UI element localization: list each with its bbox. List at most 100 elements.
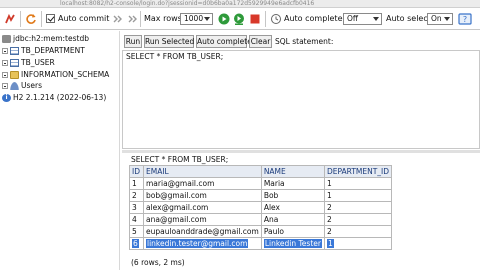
table-header-row: ID EMAIL NAME DEPARTMENT_ID bbox=[129, 165, 393, 178]
cell-name[interactable]: Linkedin Tester bbox=[260, 237, 325, 250]
cell-name[interactable]: Maria bbox=[260, 177, 325, 190]
max-rows-select[interactable]: 1000 bbox=[180, 13, 213, 25]
cell-name[interactable]: Alex bbox=[260, 201, 325, 214]
cell-email[interactable]: ana@gmail.com bbox=[143, 213, 262, 226]
table-row-selected: 6 linkedin.tester@gmail.com Linkedin Tes… bbox=[129, 237, 393, 250]
rollback-icon[interactable] bbox=[112, 13, 124, 25]
disconnect-icon[interactable] bbox=[4, 13, 16, 25]
expand-icon[interactable] bbox=[2, 83, 8, 89]
cell-id[interactable]: 6 bbox=[129, 237, 144, 250]
browser-url-bar[interactable]: localhost:8082/h2-console/login.do?jsess… bbox=[0, 0, 480, 8]
column-header-name[interactable]: NAME bbox=[260, 165, 325, 178]
tree-item-tb-department[interactable]: TB_DEPARTMENT bbox=[2, 46, 85, 56]
run-selected-button[interactable]: Run Selected bbox=[144, 35, 194, 48]
tree-item-label: TB_DEPARTMENT bbox=[21, 46, 85, 55]
tree-item-label: Users bbox=[21, 81, 43, 90]
svg-text:?: ? bbox=[463, 15, 467, 24]
auto-complete-select[interactable]: Off bbox=[343, 13, 382, 25]
commit-icon[interactable] bbox=[126, 13, 138, 25]
selected-text: 1 bbox=[326, 238, 334, 248]
refresh-icon[interactable] bbox=[25, 13, 37, 25]
sql-editor[interactable]: SELECT * FROM TB_USER; bbox=[122, 50, 480, 149]
max-rows-value: 1000 bbox=[184, 14, 204, 23]
info-icon: i bbox=[2, 94, 11, 102]
auto-commit-label: Auto commit bbox=[58, 14, 110, 23]
tree-item-label: INFORMATION_SCHEMA bbox=[21, 70, 110, 79]
cell-id[interactable]: 3 bbox=[129, 201, 144, 214]
column-header-email[interactable]: EMAIL bbox=[143, 165, 262, 178]
table-row: 5 eupauloanddrade@gmail.com Paulo 2 bbox=[129, 225, 393, 238]
cell-department-id[interactable]: 1 bbox=[323, 237, 393, 250]
cell-id[interactable]: 5 bbox=[129, 225, 144, 238]
browser-url[interactable]: localhost:8082/h2-console/login.do?jsess… bbox=[60, 0, 314, 7]
cell-email[interactable]: maria@gmail.com bbox=[143, 177, 262, 190]
sql-text[interactable]: SELECT * FROM TB_USER; bbox=[126, 52, 223, 62]
h2-toolbar: Auto commit Max rows: 1000 Auto complete… bbox=[0, 8, 480, 30]
cell-name[interactable]: Paulo bbox=[260, 225, 325, 238]
auto-commit-checkbox[interactable] bbox=[46, 14, 55, 23]
cell-email[interactable]: alex@gmail.com bbox=[143, 201, 262, 214]
table-icon bbox=[10, 59, 19, 67]
history-icon[interactable] bbox=[270, 13, 282, 25]
tree-item-label: TB_USER bbox=[21, 58, 55, 67]
cell-email[interactable]: eupauloanddrade@gmail.com bbox=[143, 225, 262, 238]
auto-select-label: Auto select bbox=[386, 14, 431, 23]
expand-icon[interactable] bbox=[2, 48, 8, 54]
clear-button[interactable]: Clear bbox=[249, 35, 272, 48]
cell-department-id[interactable]: 2 bbox=[323, 201, 393, 214]
run-selected-icon[interactable] bbox=[233, 13, 245, 25]
stop-icon[interactable] bbox=[249, 13, 261, 25]
cell-email[interactable]: bob@gmail.com bbox=[143, 189, 262, 202]
tree-item-label: H2 2.1.214 (2022-06-13) bbox=[13, 93, 107, 102]
run-icon[interactable] bbox=[218, 13, 230, 25]
cell-name[interactable]: Bob bbox=[260, 189, 325, 202]
chevron-down-icon bbox=[373, 17, 379, 21]
tree-item-users[interactable]: Users bbox=[2, 81, 42, 91]
sql-statement-label: SQL statement: bbox=[275, 37, 334, 46]
result-table: ID EMAIL NAME DEPARTMENT_ID 1 maria@gmai… bbox=[129, 165, 393, 250]
column-header-department-id[interactable]: DEPARTMENT_ID bbox=[323, 165, 393, 178]
auto-complete-value: Off bbox=[347, 14, 359, 23]
panel-splitter[interactable] bbox=[122, 150, 480, 153]
database-icon bbox=[2, 35, 11, 43]
table-row: 2 bob@gmail.com Bob 1 bbox=[129, 189, 393, 202]
table-icon bbox=[10, 47, 19, 55]
tree-item-tb-user[interactable]: TB_USER bbox=[2, 58, 55, 68]
auto-select-value: On bbox=[431, 14, 442, 23]
cell-department-id[interactable]: 1 bbox=[323, 189, 393, 202]
folder-icon bbox=[10, 71, 19, 79]
cell-department-id[interactable]: 2 bbox=[323, 213, 393, 226]
result-query-text: SELECT * FROM TB_USER; bbox=[131, 155, 229, 164]
auto-select-select[interactable]: On bbox=[427, 13, 453, 25]
cell-id[interactable]: 4 bbox=[129, 213, 144, 226]
cell-email[interactable]: linkedin.tester@gmail.com bbox=[143, 237, 262, 250]
tree-connection[interactable]: jdbc:h2:mem:testdb bbox=[2, 34, 89, 44]
chevron-down-icon bbox=[444, 17, 450, 21]
auto-complete-button[interactable]: Auto complete bbox=[196, 35, 252, 48]
connection-label: jdbc:h2:mem:testdb bbox=[13, 34, 89, 43]
selected-text: linkedin.tester@gmail.com bbox=[146, 238, 249, 248]
table-row: 3 alex@gmail.com Alex 2 bbox=[129, 201, 393, 214]
chevron-down-icon bbox=[204, 17, 210, 21]
expand-icon[interactable] bbox=[2, 72, 8, 78]
result-summary: (6 rows, 2 ms) bbox=[131, 258, 185, 267]
users-icon bbox=[10, 82, 19, 90]
cell-id[interactable]: 2 bbox=[129, 189, 144, 202]
schema-tree: jdbc:h2:mem:testdb TB_DEPARTMENT TB_USER… bbox=[0, 31, 120, 270]
cell-department-id[interactable]: 1 bbox=[323, 177, 393, 190]
auto-complete-label: Auto complete bbox=[284, 14, 343, 23]
cell-id[interactable]: 1 bbox=[129, 177, 144, 190]
run-button[interactable]: Run bbox=[124, 35, 142, 48]
cell-name[interactable]: Ana bbox=[260, 213, 325, 226]
max-rows-label: Max rows: bbox=[144, 14, 185, 23]
selected-text: 6 bbox=[132, 238, 139, 248]
table-row: 1 maria@gmail.com Maria 1 bbox=[129, 177, 393, 190]
expand-icon[interactable] bbox=[2, 60, 8, 66]
cell-department-id[interactable]: 2 bbox=[323, 225, 393, 238]
help-icon[interactable]: ? bbox=[458, 13, 472, 25]
tree-item-information-schema[interactable]: INFORMATION_SCHEMA bbox=[2, 70, 109, 80]
selected-text: Linkedin Tester bbox=[263, 238, 322, 248]
column-header-id[interactable]: ID bbox=[129, 165, 144, 178]
tree-item-version: i H2 2.1.214 (2022-06-13) bbox=[2, 93, 106, 103]
table-row: 4 ana@gmail.com Ana 2 bbox=[129, 213, 393, 226]
